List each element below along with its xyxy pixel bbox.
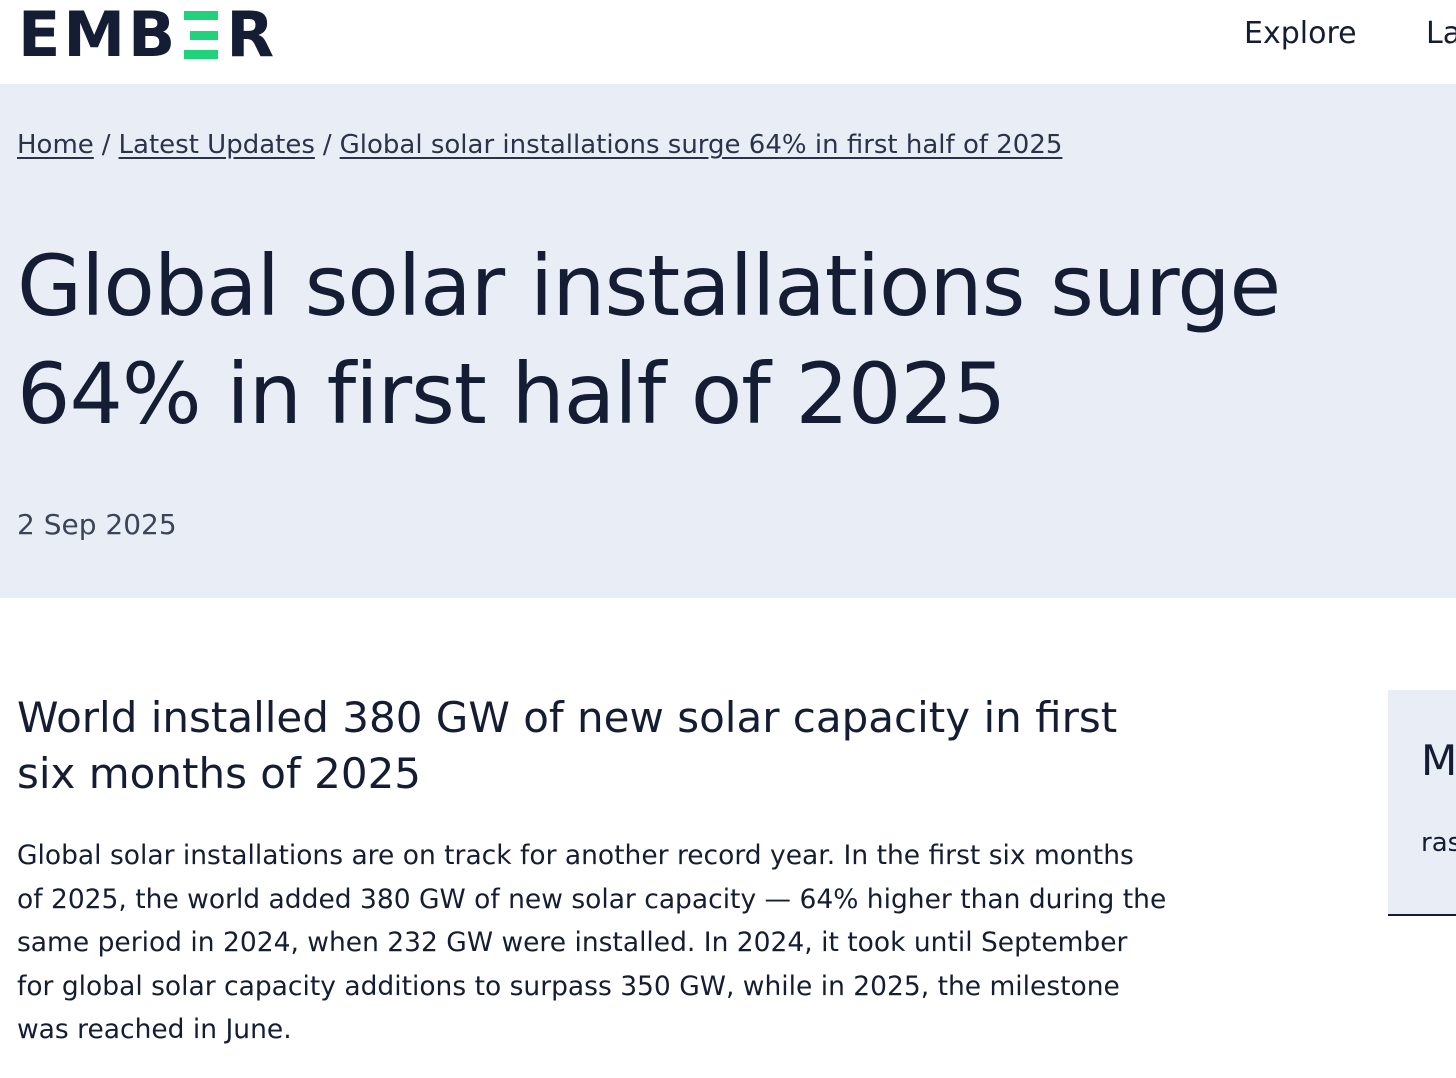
article-hero: Home / Latest Updates / Global solar install… — [0, 84, 1456, 598]
breadcrumb-home-link[interactable]: Home — [17, 130, 94, 160]
nav-latest-link[interactable]: La — [1426, 14, 1456, 54]
logo-text-right: R — [226, 0, 278, 71]
publish-date: 2 Sep 2025 — [17, 508, 177, 541]
sidebar-card-text: ras — [1421, 828, 1456, 858]
article-subheading: World installed 380 GW of new solar capa… — [17, 693, 1118, 798]
site-header: EMB R Explore La — [0, 0, 1456, 84]
breadcrumb-latest-updates-link[interactable]: Latest Updates — [119, 130, 315, 160]
logo-text-left: EMB — [18, 0, 179, 71]
logo-e-mark-icon — [184, 11, 219, 59]
breadcrumb-current-page-link[interactable]: Global solar installations surge 64% in … — [340, 130, 1063, 160]
breadcrumb-separator: / — [101, 130, 111, 160]
sidebar-card-title: M — [1421, 736, 1456, 785]
breadcrumb-separator: / — [322, 130, 332, 160]
nav-explore-link[interactable]: Explore — [1244, 14, 1357, 54]
article-body-paragraph: Global solar installations are on track … — [17, 840, 1167, 1045]
sidebar-card: M ras — [1388, 690, 1456, 916]
breadcrumb: Home / Latest Updates / Global solar install… — [17, 130, 1062, 160]
ember-logo[interactable]: EMB R — [18, 0, 278, 71]
page-title: Global solar installations surge 64% in … — [17, 237, 1281, 443]
